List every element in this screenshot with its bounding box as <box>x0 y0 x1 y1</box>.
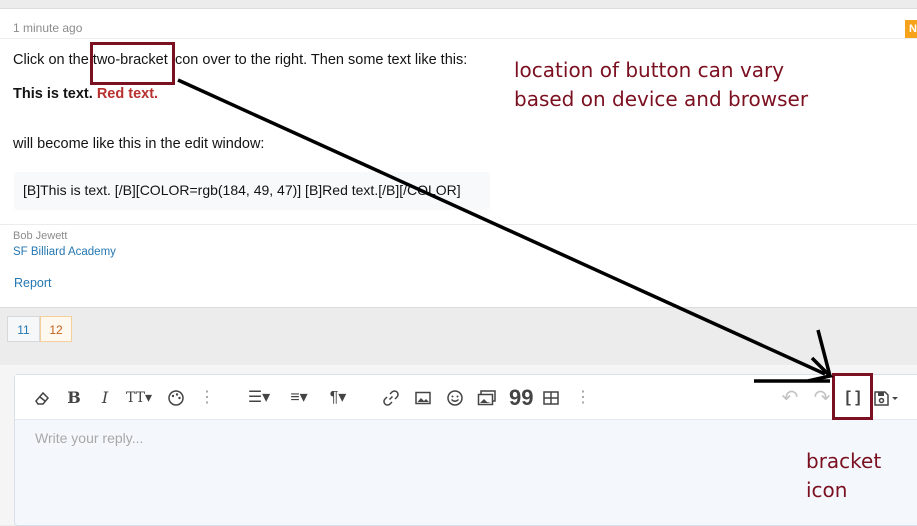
annotation-line: bracket <box>806 449 882 473</box>
annotation-note-location: location of button can vary based on dev… <box>514 56 844 114</box>
annotation-line: based on device and browser <box>514 87 809 111</box>
annotation-line: icon <box>806 478 848 502</box>
annotation-note-bracket: bracket icon <box>806 447 906 505</box>
annotation-line: location of button can vary <box>514 58 785 82</box>
